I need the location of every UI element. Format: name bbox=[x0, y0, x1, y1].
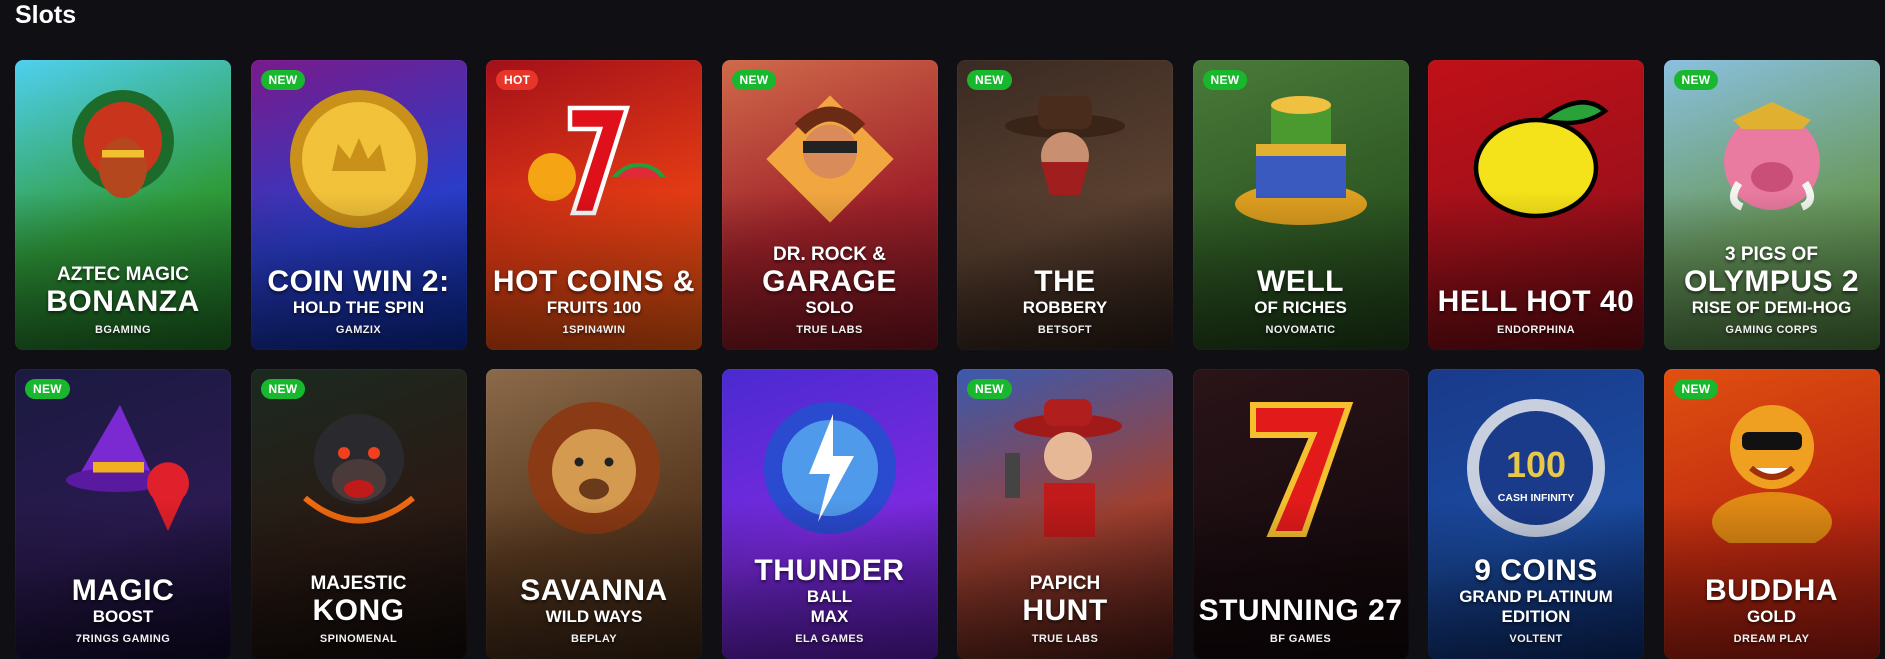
game-card[interactable]: Stunning 27 BF GAMES bbox=[1193, 369, 1409, 659]
game-title-line-1: Majestic bbox=[257, 573, 461, 595]
game-provider: BEPLAY bbox=[492, 633, 696, 645]
game-title-line-2: The bbox=[963, 266, 1167, 298]
game-provider: BF GAMES bbox=[1199, 633, 1403, 645]
game-badge: NEW bbox=[1674, 379, 1719, 399]
game-title-block: Dr. Rock & Garage Solo TRUE LABS bbox=[728, 244, 932, 336]
game-title-block: Well of Riches NOVOMATIC bbox=[1199, 266, 1403, 336]
game-provider: TRUE LABS bbox=[963, 633, 1167, 645]
game-title-line-2: Coin Win 2: bbox=[257, 266, 461, 298]
section-title: Slots bbox=[15, 0, 76, 30]
game-title-line-3: Boost bbox=[21, 607, 225, 627]
game-title-line-3: Rise of Demi-Hog bbox=[1670, 298, 1874, 318]
game-title-line-2: Kong bbox=[257, 595, 461, 627]
game-title-line-1: Papich bbox=[963, 573, 1167, 595]
game-badge: NEW bbox=[261, 379, 306, 399]
game-provider: VOLTENT bbox=[1434, 633, 1638, 645]
game-provider: ELA GAMES bbox=[728, 633, 932, 645]
game-provider: TRUE LABS bbox=[728, 324, 932, 336]
game-title-line-1: Dr. Rock & bbox=[728, 244, 932, 266]
game-title-block: Hell Hot 40 ENDORPHINA bbox=[1434, 286, 1638, 336]
game-title-block: Buddha Gold DREAM PLAY bbox=[1670, 575, 1874, 645]
game-title-block: Hot Coins & Fruits 100 1SPIN4WIN bbox=[492, 266, 696, 336]
game-badge: NEW bbox=[1674, 70, 1719, 90]
game-badge: NEW bbox=[261, 70, 306, 90]
game-card[interactable]: NEW 3 Pigs of Olympus 2 Rise of Demi-Hog… bbox=[1664, 60, 1880, 350]
game-title-block: 3 Pigs of Olympus 2 Rise of Demi-Hog GAM… bbox=[1670, 244, 1874, 336]
game-card[interactable]: HOT Hot Coins & Fruits 100 1SPIN4WIN bbox=[486, 60, 702, 350]
game-title-line-3: Hold the Spin bbox=[257, 298, 461, 318]
game-provider: GAMING CORPS bbox=[1670, 324, 1874, 336]
game-provider: 1SPIN4WIN bbox=[492, 324, 696, 336]
game-title-line-2: Hunt bbox=[963, 595, 1167, 627]
game-title-line-2: Stunning 27 bbox=[1199, 595, 1403, 627]
game-title-line-1: 3 Pigs of bbox=[1670, 244, 1874, 266]
game-provider: BETSOFT bbox=[963, 324, 1167, 336]
game-badge: NEW bbox=[25, 379, 70, 399]
game-title-line-2: Olympus 2 bbox=[1670, 266, 1874, 298]
game-card[interactable]: NEW Majestic Kong SPINOMENAL bbox=[251, 369, 467, 659]
slots-section: Slots Aztec Magic Bonanza BGAMING NEW Co… bbox=[0, 0, 1885, 656]
game-card[interactable]: NEW Papich Hunt TRUE LABS bbox=[957, 369, 1173, 659]
game-title-line-3: Ball bbox=[728, 587, 932, 607]
game-badge: NEW bbox=[732, 70, 777, 90]
game-title-block: Thunder BallMax ELA GAMES bbox=[728, 555, 932, 645]
game-card[interactable]: NEW Buddha Gold DREAM PLAY bbox=[1664, 369, 1880, 659]
game-title-line-2: Thunder bbox=[728, 555, 932, 587]
game-title-line-2: Magic bbox=[21, 575, 225, 607]
game-provider: BGAMING bbox=[21, 324, 225, 336]
game-title-line-3: Gold bbox=[1670, 607, 1874, 627]
game-provider: NOVOMATIC bbox=[1199, 324, 1403, 336]
game-title-block: Stunning 27 BF GAMES bbox=[1199, 595, 1403, 645]
game-title-line-2: Hot Coins & bbox=[492, 266, 696, 298]
game-title-block: Magic Boost 7RINGS GAMING bbox=[21, 575, 225, 645]
game-title-block: 9 Coins Grand Platinum Edition VOLTENT bbox=[1434, 555, 1638, 645]
game-provider: GAMZIX bbox=[257, 324, 461, 336]
game-title-line-4: Max bbox=[728, 607, 932, 627]
game-title-block: Coin Win 2: Hold the Spin GAMZIX bbox=[257, 266, 461, 336]
game-card[interactable]: Hell Hot 40 ENDORPHINA bbox=[1428, 60, 1644, 350]
game-title-line-3: Robbery bbox=[963, 298, 1167, 318]
game-badge: NEW bbox=[967, 379, 1012, 399]
game-card[interactable]: 100CASH INFINITY 9 Coins Grand Platinum … bbox=[1428, 369, 1644, 659]
game-card[interactable]: Thunder BallMax ELA GAMES bbox=[722, 369, 938, 659]
game-title-line-3: Grand Platinum Edition bbox=[1434, 587, 1638, 627]
game-badge: NEW bbox=[1203, 70, 1248, 90]
game-title-line-2: Buddha bbox=[1670, 575, 1874, 607]
game-title-line-2: Hell Hot 40 bbox=[1434, 286, 1638, 318]
game-title-block: Aztec Magic Bonanza BGAMING bbox=[21, 264, 225, 336]
game-title-line-3: Solo bbox=[728, 298, 932, 318]
game-title-block: Savanna Wild Ways BEPLAY bbox=[492, 575, 696, 645]
game-badge: NEW bbox=[967, 70, 1012, 90]
game-title-block: Majestic Kong SPINOMENAL bbox=[257, 573, 461, 645]
game-provider: 7RINGS GAMING bbox=[21, 633, 225, 645]
game-card[interactable]: NEW Coin Win 2: Hold the Spin GAMZIX bbox=[251, 60, 467, 350]
game-card[interactable]: Aztec Magic Bonanza BGAMING bbox=[15, 60, 231, 350]
game-title-line-2: Well bbox=[1199, 266, 1403, 298]
game-card[interactable]: NEW Magic Boost 7RINGS GAMING bbox=[15, 369, 231, 659]
game-card[interactable]: NEW Well of Riches NOVOMATIC bbox=[1193, 60, 1409, 350]
game-card[interactable]: NEW Dr. Rock & Garage Solo TRUE LABS bbox=[722, 60, 938, 350]
game-title-block: The Robbery BETSOFT bbox=[963, 266, 1167, 336]
game-title-line-2: Garage bbox=[728, 266, 932, 298]
game-title-line-1: Aztec Magic bbox=[21, 264, 225, 286]
game-card[interactable]: Savanna Wild Ways BEPLAY bbox=[486, 369, 702, 659]
game-title-line-2: Savanna bbox=[492, 575, 696, 607]
game-card[interactable]: NEW The Robbery BETSOFT bbox=[957, 60, 1173, 350]
game-title-line-3: of Riches bbox=[1199, 298, 1403, 318]
game-title-line-3: Wild Ways bbox=[492, 607, 696, 627]
coin-value: 100 bbox=[1506, 444, 1566, 485]
games-grid: Aztec Magic Bonanza BGAMING NEW Coin Win… bbox=[15, 60, 1880, 659]
game-provider: ENDORPHINA bbox=[1434, 324, 1638, 336]
game-title-line-2: 9 Coins bbox=[1434, 555, 1638, 587]
game-badge: HOT bbox=[496, 70, 538, 90]
game-provider: SPINOMENAL bbox=[257, 633, 461, 645]
game-provider: DREAM PLAY bbox=[1670, 633, 1874, 645]
game-title-line-2: Bonanza bbox=[21, 286, 225, 318]
game-title-block: Papich Hunt TRUE LABS bbox=[963, 573, 1167, 645]
game-title-line-3: Fruits 100 bbox=[492, 298, 696, 318]
